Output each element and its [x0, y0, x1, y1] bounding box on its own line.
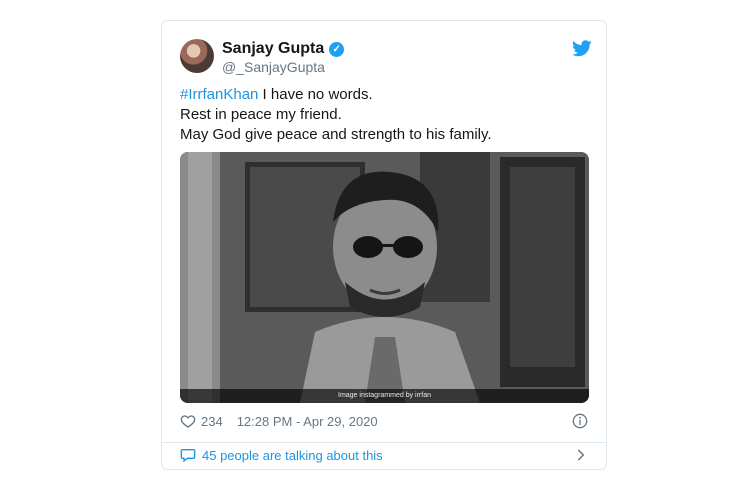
- tweet-card: Sanjay Gupta ✓ @_SanjayGupta #IrrfanKhan…: [161, 20, 607, 470]
- divider: [162, 442, 606, 443]
- tweet-line-1-text: I have no words.: [258, 86, 373, 103]
- heart-icon[interactable]: [180, 413, 196, 429]
- comment-icon: [180, 449, 196, 463]
- tweet-meta: 234 12:28 PM - Apr 29, 2020: [180, 413, 378, 429]
- display-name[interactable]: Sanjay Gupta: [222, 40, 324, 58]
- photo-illustration: [180, 152, 589, 403]
- timestamp[interactable]: 12:28 PM - Apr 29, 2020: [237, 414, 378, 429]
- info-icon[interactable]: [572, 413, 588, 429]
- tweet-photo[interactable]: Image instagrammed by irrfan: [180, 152, 589, 403]
- twitter-icon[interactable]: [572, 40, 592, 57]
- tweet-line-3: May God give peace and strength to his f…: [180, 126, 492, 143]
- tweet-text: #IrrfanKhan I have no words. Rest in pea…: [180, 85, 588, 145]
- like-count[interactable]: 234: [201, 414, 223, 429]
- hashtag-link[interactable]: #IrrfanKhan: [180, 86, 258, 103]
- verified-icon: ✓: [329, 41, 345, 57]
- avatar[interactable]: [180, 39, 214, 73]
- talking-about-text: 45 people are talking about this: [202, 447, 383, 463]
- author-row: Sanjay Gupta ✓: [222, 40, 345, 58]
- chevron-right-icon[interactable]: [574, 448, 588, 462]
- tweet-line-1: #IrrfanKhan I have no words.: [180, 85, 588, 105]
- tweet-line-2: Rest in peace my friend.: [180, 106, 342, 123]
- handle[interactable]: @_SanjayGupta: [222, 59, 325, 75]
- image-caption: Image instagrammed by irrfan: [180, 389, 589, 403]
- talking-about-link[interactable]: 45 people are talking about this: [180, 447, 383, 463]
